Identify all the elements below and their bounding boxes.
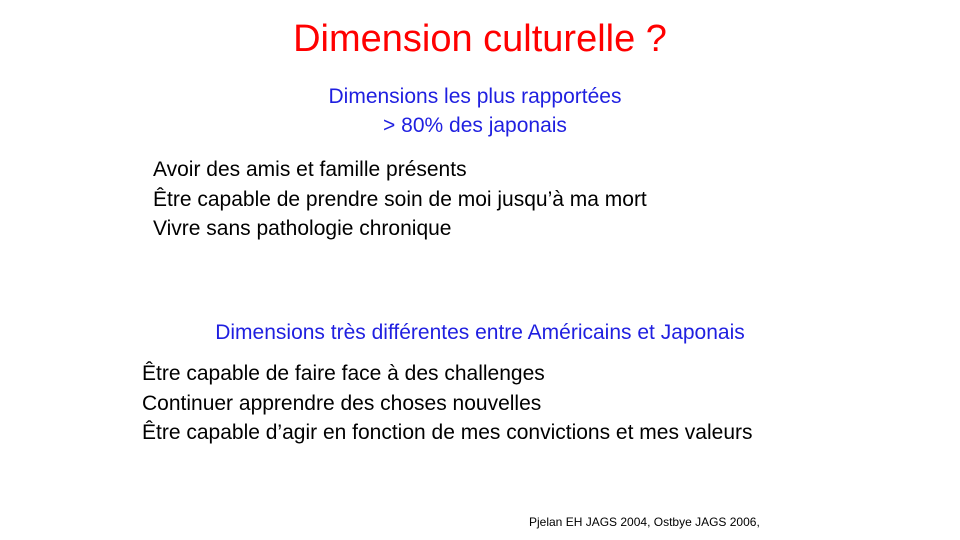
section1-list: Avoir des amis et famille présents Être … bbox=[153, 155, 647, 244]
list-item: Continuer apprendre des choses nouvelles bbox=[142, 391, 542, 415]
slide-title: Dimension culturelle ? bbox=[293, 18, 667, 60]
list-item: Être capable d’agir en fonction de mes c… bbox=[142, 421, 753, 444]
list-item: Avoir des amis et famille présents bbox=[153, 158, 467, 181]
list-item: Être capable de prendre soin de moi jusq… bbox=[153, 187, 647, 211]
section2-heading: Dimensions très différentes entre Améric… bbox=[0, 318, 960, 347]
section2-list: Être capable de faire face à des challen… bbox=[142, 359, 753, 448]
list-item: Être capable de faire face à des challen… bbox=[142, 362, 545, 385]
section1-heading-line1: Dimensions les plus rapportées bbox=[328, 85, 622, 108]
section2-heading-text: Dimensions très différentes entre Améric… bbox=[215, 321, 745, 344]
section1-heading: Dimensions les plus rapportées > 80% des… bbox=[0, 82, 960, 140]
section1-heading-line2: > 80% des japonais bbox=[383, 114, 567, 137]
reference-citation: Pjelan EH JAGS 2004, Ostbye JAGS 2006, bbox=[529, 515, 760, 529]
list-item: Vivre sans pathologie chronique bbox=[153, 217, 452, 240]
